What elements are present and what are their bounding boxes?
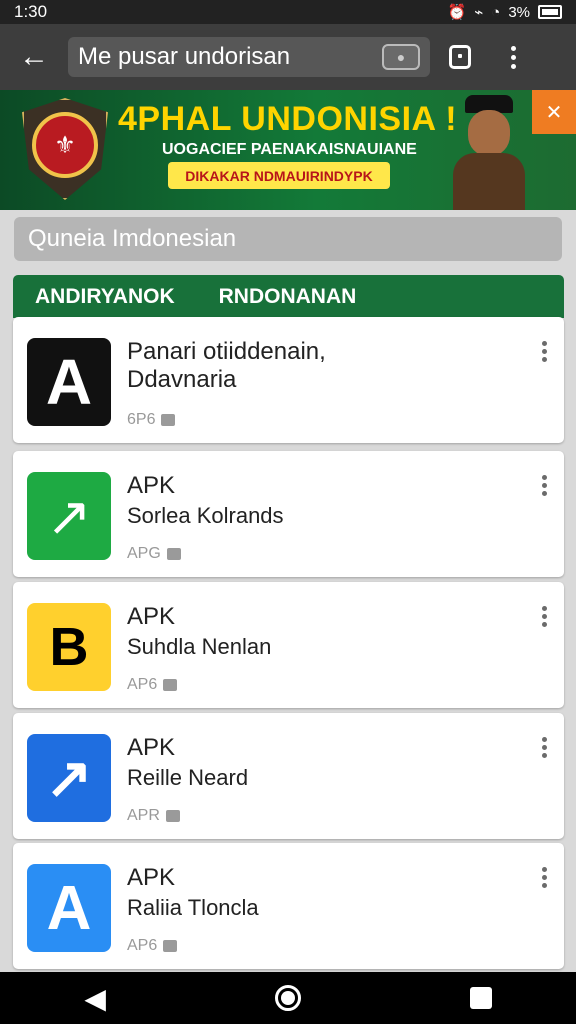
- tabs-button[interactable]: [430, 24, 490, 90]
- download-icon: [165, 810, 180, 822]
- result-title: APK: [127, 734, 176, 761]
- promo-banner[interactable]: ⚜ 4PHAL UNDONISIA ! UOGACIEF PAENAKAISNA…: [0, 90, 576, 210]
- app-bar: ← Me pusar undorisan ●: [0, 24, 576, 90]
- result-subtitle: Suhdla Nenlan: [127, 634, 272, 659]
- tab-andiryanok[interactable]: ANDIRYANOK: [13, 275, 197, 318]
- result-meta: APR: [127, 807, 180, 825]
- result-meta: AP6: [127, 937, 178, 955]
- app-letter-a-icon: A: [27, 338, 111, 426]
- card-more-icon[interactable]: [538, 475, 550, 505]
- result-subtitle: Raliia Tloncla: [127, 895, 259, 920]
- download-icon: [166, 548, 181, 560]
- app-blue-a-icon: A: [27, 864, 111, 952]
- system-navigation-bar: ◀: [0, 972, 576, 1024]
- alarm-icon: ⏰: [447, 4, 467, 21]
- battery-icon: [538, 5, 562, 19]
- query-bar[interactable]: Quneia Imdonesian: [14, 217, 562, 261]
- download-icon: [161, 414, 176, 426]
- result-card[interactable]: ↗ APK Reille Neard APR: [13, 713, 564, 839]
- status-time: 1:30: [14, 2, 48, 21]
- result-title: APK: [127, 864, 176, 891]
- card-more-icon[interactable]: [538, 867, 550, 897]
- banner-title: 4PHAL UNDONISIA !: [118, 100, 458, 138]
- status-icons: ⏰ ⌁ ◔ 3%: [448, 3, 562, 21]
- result-card[interactable]: ↗ APK Sorlea Kolrands APG: [13, 451, 564, 577]
- result-title: Panari otiiddenain, Ddavnaria: [127, 338, 326, 393]
- home-circle-icon[interactable]: [274, 985, 301, 1011]
- result-meta: 6P6: [127, 411, 176, 429]
- result-meta: APG: [127, 545, 181, 563]
- recent-apps-square-icon[interactable]: [469, 987, 492, 1009]
- result-subtitle: Reille Neard: [127, 765, 249, 790]
- banner-subtitle: UOGACIEF PAENAKAISNAUIANE: [162, 141, 417, 158]
- result-subtitle: Sorlea Kolrands: [127, 503, 284, 528]
- bluetooth-icon: ⌁: [474, 4, 484, 21]
- result-title: APK: [127, 603, 176, 630]
- result-title: APK: [127, 472, 176, 499]
- card-more-icon[interactable]: [538, 341, 550, 371]
- banner-corner-icon[interactable]: ✕: [532, 90, 576, 134]
- result-card[interactable]: A Panari otiiddenain, Ddavnaria 6P6: [13, 317, 564, 443]
- download-icon: [163, 679, 178, 691]
- banner-person-image: [453, 95, 525, 210]
- card-more-icon[interactable]: [538, 606, 550, 636]
- tab-rndonanan[interactable]: RNDONANAN: [197, 275, 379, 318]
- result-card[interactable]: A APK Raliia Tloncla AP6: [13, 843, 564, 969]
- shield-emblem-icon: ⚜: [32, 112, 98, 178]
- download-icon: [163, 940, 178, 952]
- result-card[interactable]: B APK Suhdla Nenlan AP6: [13, 582, 564, 708]
- camera-search-icon[interactable]: ●: [382, 44, 420, 70]
- card-more-icon[interactable]: [538, 737, 550, 767]
- result-meta: AP6: [127, 676, 178, 694]
- search-box[interactable]: Me pusar undorisan ●: [68, 37, 430, 77]
- app-yellow-b-icon: B: [27, 603, 111, 691]
- battery-text: 3%: [508, 3, 530, 21]
- more-options-icon[interactable]: [490, 24, 536, 90]
- app-blue-arrow-icon: ↗: [27, 734, 111, 822]
- tab-switcher-icon: [449, 45, 471, 69]
- back-triangle-icon[interactable]: ◀: [84, 982, 106, 1015]
- search-input[interactable]: Me pusar undorisan: [78, 43, 382, 71]
- status-bar: 1:30 ⏰ ⌁ ◔ 3%: [0, 0, 576, 24]
- wifi-icon: ◔: [491, 3, 501, 21]
- banner-button[interactable]: DIKAKAR NDMAUIRINDYPK: [168, 162, 390, 189]
- tabs-bar: ANDIRYANOK RNDONANAN: [13, 275, 564, 318]
- back-arrow-icon[interactable]: ←: [0, 24, 68, 90]
- app-green-circle-arrow-icon: ↗: [27, 472, 111, 560]
